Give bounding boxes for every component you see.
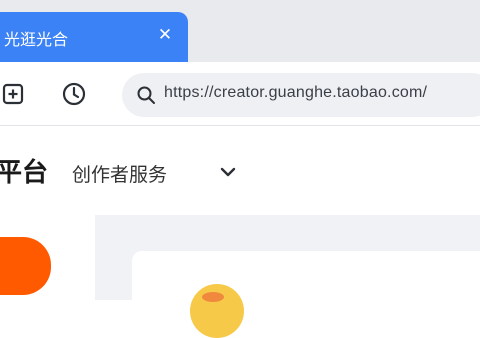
- plus-square-icon[interactable]: [0, 80, 28, 108]
- close-icon[interactable]: ✕: [154, 24, 176, 46]
- nav-creator-services[interactable]: 创作者服务: [72, 160, 167, 187]
- clock-icon[interactable]: [60, 80, 88, 108]
- address-bar[interactable]: https://creator.guanghe.taobao.com/: [122, 73, 480, 117]
- browser-toolbar: https://creator.guanghe.taobao.com/: [0, 62, 480, 126]
- chevron-down-icon[interactable]: [218, 162, 238, 182]
- profile-card: [132, 251, 480, 300]
- avatar[interactable]: [190, 284, 244, 338]
- primary-action-button[interactable]: [0, 237, 51, 295]
- browser-tab-strip: 光逛光合 ✕: [0, 0, 480, 62]
- address-url[interactable]: https://creator.guanghe.taobao.com/: [164, 84, 427, 102]
- tab-title: 光逛光合: [4, 30, 69, 49]
- search-icon: [137, 86, 155, 104]
- site-brand[interactable]: 平台: [0, 152, 48, 189]
- browser-tab-active[interactable]: 光逛光合 ✕: [0, 12, 188, 62]
